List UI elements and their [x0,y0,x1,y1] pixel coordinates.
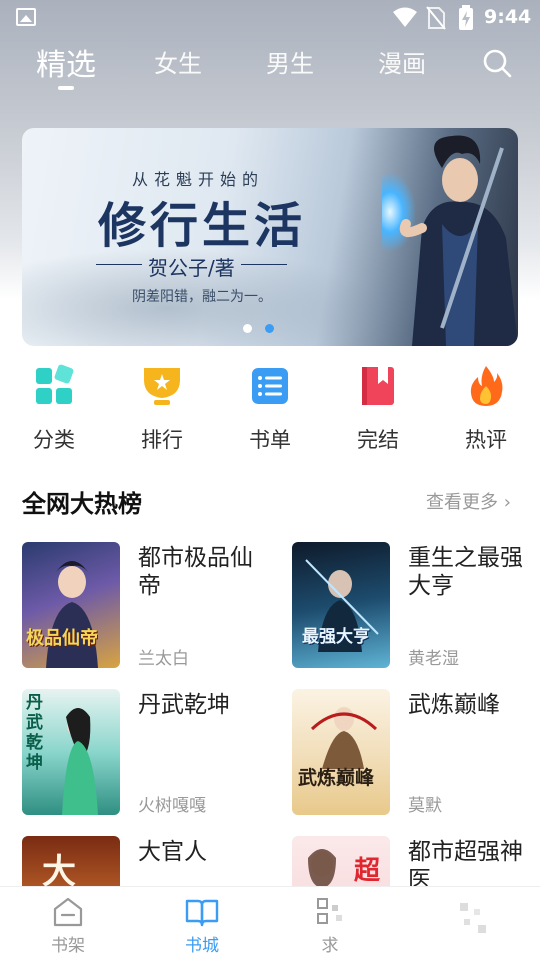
category-label: 完结 [357,428,399,452]
tab-featured-label: 精选 [36,48,96,83]
book-title: 武炼巅峰 [408,692,500,718]
promo-banner[interactable]: 从花魁开始的 修行生活 贺公子/著 阴差阳错，融二为一。 [22,128,518,346]
status-bar: 9:44 [0,0,540,36]
tab-female[interactable]: 女生 [154,44,202,79]
banner-character-art [382,135,518,346]
book-cover: 极品仙帝 [22,542,120,668]
banner-page-dot-active[interactable] [265,324,274,333]
tab-label: 求 [321,936,339,956]
chevron-right-icon: › [503,492,511,513]
trophy-icon [144,368,180,405]
book-author: 火树嘎嘎 [138,796,206,816]
search-icon[interactable] [482,48,512,78]
channel-tabs: 精选 女生 男生 漫画 [0,40,540,100]
category-label: 排行 [141,428,183,452]
tab-featured[interactable]: 精选 [36,40,96,90]
category-classify[interactable]: 分类 [14,364,94,454]
banner-tagline: 阴差阳错，融二为一。 [132,289,272,305]
tab-request[interactable]: 求 [290,897,370,956]
book-card[interactable]: 丹武乾坤 丹武乾坤 火树嘎嘎 [22,689,272,819]
cover-art [305,559,379,652]
book-cover: 武炼巅峰 [292,689,390,815]
view-more-link[interactable]: 查看更多 › [426,488,511,514]
book-cover: 丹武乾坤 [22,689,120,815]
bottom-tab-bar: 书架 书城 求 [0,886,540,960]
tab-profile[interactable] [432,897,512,941]
tab-active-indicator [58,86,74,90]
cover-text: 武炼巅峰 [298,767,375,789]
cover-text: 最强大亨 [302,627,370,647]
image-icon [16,8,36,26]
tab-female-label: 女生 [154,50,202,78]
category-completed[interactable]: 完结 [338,364,418,454]
request-icon [317,898,342,924]
tab-bookstore[interactable]: 书城 [162,897,242,956]
cover-art [310,707,378,769]
category-label: 分类 [33,428,75,452]
cover-text: 丹武乾坤 [26,693,43,773]
book-card[interactable]: 武炼巅峰 武炼巅峰 莫默 [292,689,540,819]
battery-charging-icon [459,5,473,30]
category-booklist[interactable]: 书单 [230,364,310,454]
category-ranking[interactable]: 排行 [122,364,202,454]
book-title: 都市极品仙帝 [138,545,253,599]
banner-author: 贺公子/著 [96,252,287,281]
status-time: 9:44 [484,6,532,28]
book-title: 大官人 [138,839,207,865]
flame-icon [470,366,503,406]
profile-icon [460,903,486,933]
banner-book-title: 修行生活 [98,198,307,254]
wifi-icon [393,7,417,27]
book-card[interactable]: 最强大亨 重生之最强大亨 黄老湿 [292,542,540,672]
list-icon [252,368,288,404]
category-shortcuts: 分类 排行 书单 完结 热评 [0,364,540,454]
tab-comics[interactable]: 漫画 [378,44,426,79]
banner-page-dot[interactable] [243,324,252,333]
bookmark-book-icon [362,367,394,405]
tab-comics-label: 漫画 [378,50,426,78]
book-cover: 最强大亨 [292,542,390,668]
tab-label: 书架 [51,936,85,956]
section-title: 全网大热榜 [22,490,142,518]
category-label: 书单 [249,428,291,452]
book-author: 莫默 [408,796,442,816]
category-hot-reviews[interactable]: 热评 [446,364,526,454]
book-card[interactable]: 极品仙帝 都市极品仙帝 兰太白 [22,542,272,672]
tab-male-label: 男生 [266,50,314,78]
bookshelf-icon [53,897,83,927]
tab-bookshelf[interactable]: 书架 [28,897,108,956]
book-title: 丹武乾坤 [138,692,230,718]
cover-text: 极品仙帝 [26,628,98,649]
book-author: 兰太白 [138,649,189,669]
open-book-icon [185,899,219,927]
view-more-label: 查看更多 [426,492,498,513]
tab-male[interactable]: 男生 [266,44,314,79]
book-author: 黄老湿 [408,649,459,669]
no-sim-icon [426,6,446,30]
book-title: 重生之最强大亨 [408,545,523,599]
grid-icon [36,364,74,404]
tab-label: 书城 [185,936,219,956]
category-label: 热评 [465,428,507,452]
cover-text: 超 [354,856,381,886]
